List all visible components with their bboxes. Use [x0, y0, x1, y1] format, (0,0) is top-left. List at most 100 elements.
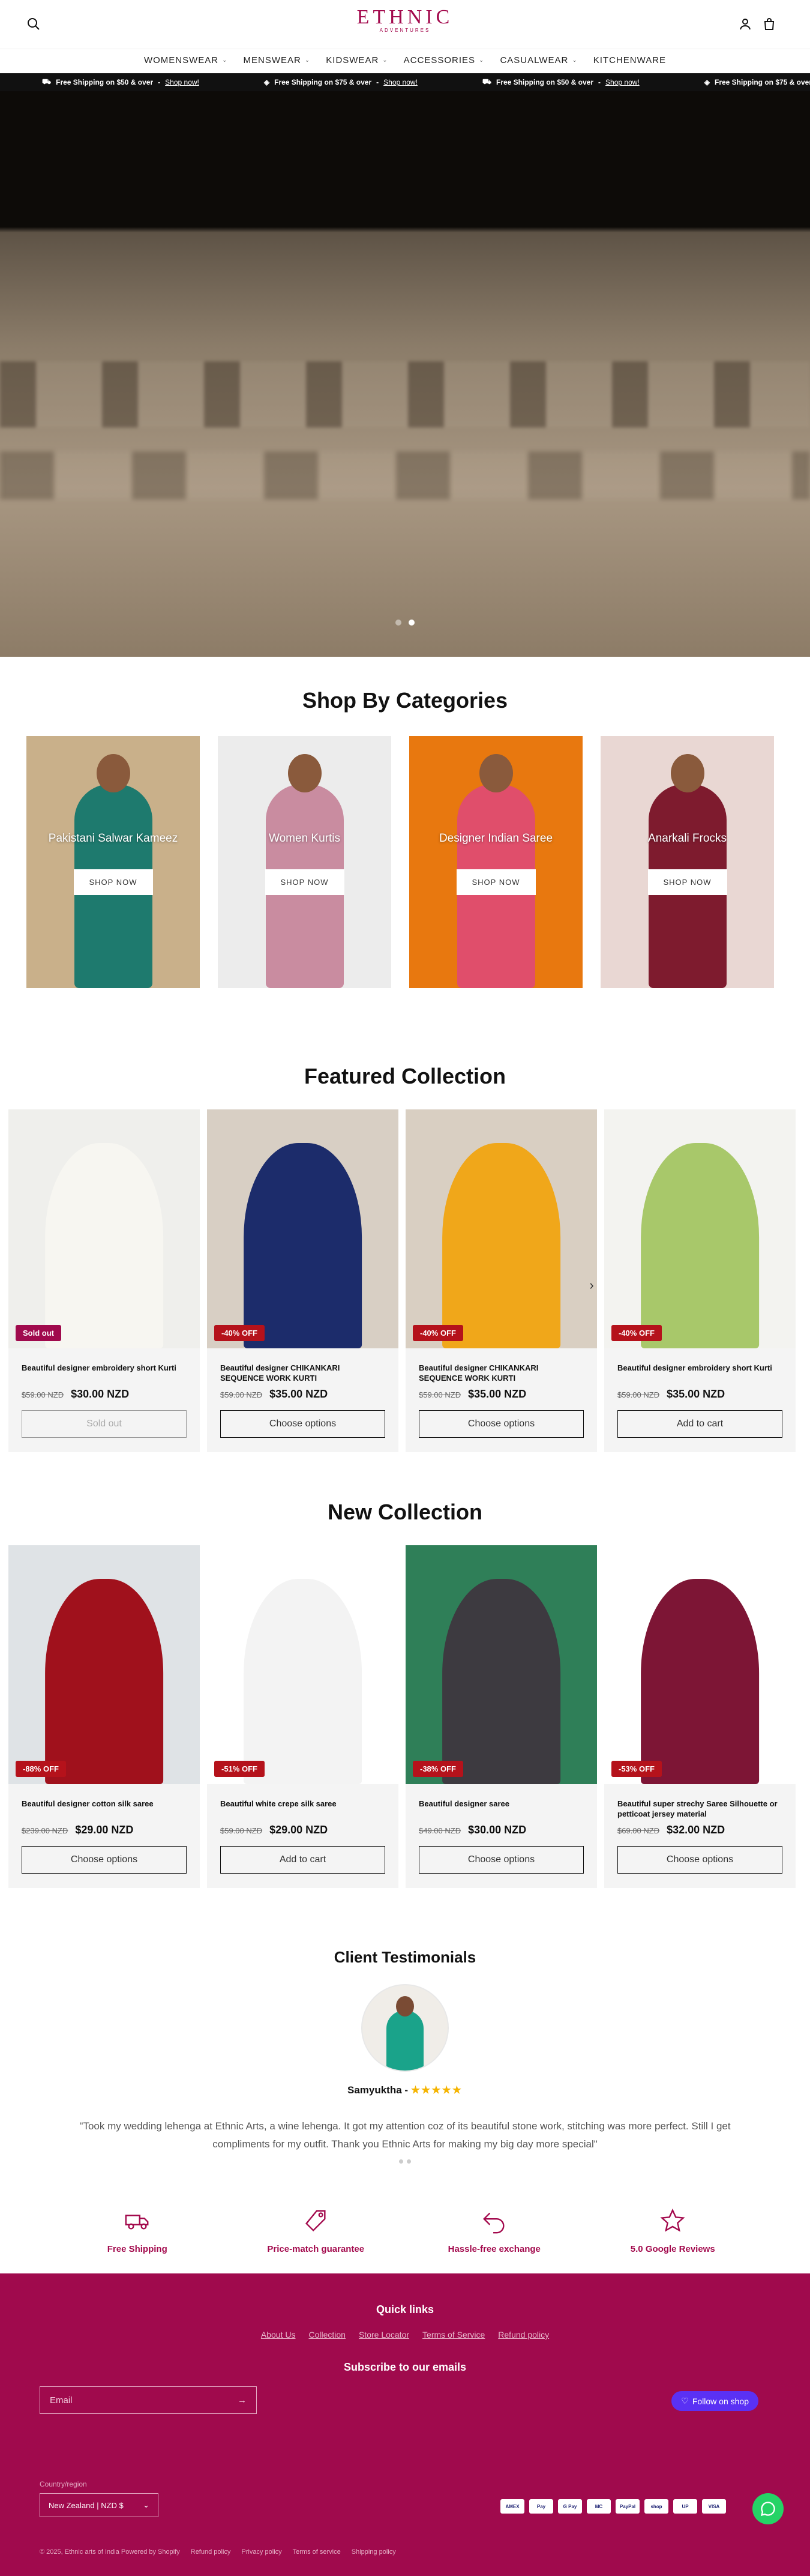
shop-now-button[interactable]: SHOP NOW [265, 869, 344, 895]
slide-dot-2[interactable] [409, 620, 415, 626]
product-image[interactable]: -38% OFF [406, 1545, 597, 1784]
feature-item: Free Shipping [59, 2183, 215, 2273]
announcement-message: ◈Free Shipping on $75 & over-Shop now! [263, 78, 418, 86]
feature-label: Hassle-free exchange [448, 2244, 541, 2254]
payment-icon: VISA [702, 2499, 726, 2514]
category-card[interactable]: Women Kurtis SHOP NOW [218, 736, 391, 988]
product-image[interactable]: -40% OFF [207, 1109, 398, 1348]
legal-link[interactable]: Privacy policy [241, 2548, 281, 2556]
nav-item-womenswear[interactable]: WOMENSWEAR ⌄ [144, 55, 228, 65]
product-image[interactable]: -51% OFF [207, 1545, 398, 1784]
product-image[interactable]: -40% OFF [604, 1109, 796, 1348]
product-card[interactable]: -40% OFF Beautiful designer CHIKANKARI SE… [406, 1109, 597, 1452]
feature-label: Price-match guarantee [267, 2244, 365, 2254]
add-to-cart-button[interactable]: Add to cart [617, 1410, 782, 1438]
product-price: $59.00 NZD $29.00 NZD [220, 1824, 385, 1836]
follow-on-shop-button[interactable]: ♡ Follow on shop [671, 2391, 758, 2411]
email-placeholder: Email [50, 2395, 73, 2406]
product-image[interactable]: -88% OFF [8, 1545, 200, 1784]
testimonial-dot[interactable] [399, 2159, 403, 2164]
search-icon[interactable] [26, 17, 41, 31]
category-image-model [670, 754, 704, 792]
nav-item-kitchenware[interactable]: KITCHENWARE [593, 55, 666, 65]
choose-options-button[interactable]: Choose options [419, 1846, 584, 1874]
product-title[interactable]: Beautiful designer cotton silk saree [22, 1799, 187, 1819]
product-image[interactable]: Sold out [8, 1109, 200, 1348]
shop-now-link[interactable]: Shop now! [383, 78, 418, 86]
nav-item-kidswear[interactable]: KIDSWEAR ⌄ [326, 55, 388, 65]
feature-item: 5.0 Google Reviews [595, 2183, 751, 2273]
legal-link[interactable]: Terms of service [293, 2548, 341, 2556]
testimonial-dot[interactable] [407, 2159, 411, 2164]
shop-now-link[interactable]: Shop now! [165, 78, 199, 86]
category-card[interactable]: Pakistani Salwar Kameez SHOP NOW [26, 736, 200, 988]
legal-link[interactable]: Shipping policy [352, 2548, 396, 2556]
product-garment [243, 1578, 362, 1784]
category-card[interactable]: Designer Indian Saree SHOP NOW [409, 736, 583, 988]
product-title[interactable]: Beautiful designer embroidery short Kurt… [22, 1363, 187, 1383]
slide-dot-1[interactable] [395, 620, 401, 626]
product-title[interactable]: Beautiful super strechy Saree Silhouette… [617, 1799, 782, 1819]
slide-dots [395, 620, 415, 626]
arrow-right-icon[interactable]: → [238, 2395, 247, 2406]
product-grid: Sold out Beautiful designer embroidery sh… [8, 1109, 796, 1452]
shop-now-button[interactable]: SHOP NOW [456, 869, 536, 895]
product-card[interactable]: Sold out Beautiful designer embroidery sh… [8, 1109, 200, 1452]
product-title[interactable]: Beautiful designer CHIKANKARI SEQUENCE W… [419, 1363, 584, 1383]
footer-link[interactable]: Store Locator [359, 2330, 409, 2339]
sale-price: $30.00 NZD [71, 1388, 130, 1400]
product-image[interactable]: -40% OFF [406, 1109, 597, 1348]
heart-icon: ♡ [681, 2396, 689, 2406]
discount-badge: Sold out [16, 1325, 61, 1341]
section-title: New Collection [327, 1500, 483, 1524]
product-card[interactable]: -40% OFF Beautiful designer CHIKANKARI SE… [207, 1109, 398, 1452]
footer-link[interactable]: Refund policy [498, 2330, 549, 2339]
product-grid: -88% OFF Beautiful designer cotton silk s… [8, 1545, 796, 1888]
legal-link[interactable]: Refund policy [191, 2548, 231, 2556]
whatsapp-icon[interactable] [752, 2493, 784, 2524]
email-field[interactable]: Email → [40, 2386, 257, 2414]
region-select[interactable]: New Zealand | NZD $ ⌄ [40, 2493, 158, 2517]
category-card[interactable]: Anarkali Frocks SHOP NOW [601, 736, 774, 988]
product-title[interactable]: Beautiful designer saree [419, 1799, 584, 1819]
product-price: $59.00 NZD $30.00 NZD [22, 1388, 187, 1401]
sold-out-button[interactable]: Sold out [22, 1410, 187, 1438]
product-card[interactable]: -38% OFF Beautiful designer saree $49.00 N… [406, 1545, 597, 1888]
product-title[interactable]: Beautiful designer CHIKANKARI SEQUENCE W… [220, 1363, 385, 1383]
chevron-right-icon[interactable]: › [583, 1277, 600, 1294]
add-to-cart-button[interactable]: Add to cart [220, 1846, 385, 1874]
hero-image [0, 361, 810, 427]
product-title[interactable]: Beautiful white crepe silk saree [220, 1799, 385, 1819]
sale-price: $30.00 NZD [468, 1824, 527, 1836]
nav-item-casualwear[interactable]: CASUALWEAR ⌄ [500, 55, 577, 65]
footer-link[interactable]: Terms of Service [422, 2330, 485, 2339]
product-card[interactable]: -53% OFF Beautiful super strechy Saree Si… [604, 1545, 796, 1888]
footer-link[interactable]: About Us [261, 2330, 296, 2339]
footer-link[interactable]: Collection [308, 2330, 345, 2339]
choose-options-button[interactable]: Choose options [22, 1846, 187, 1874]
sale-price: $35.00 NZD [269, 1388, 328, 1400]
product-price: $69.00 NZD $32.00 NZD [617, 1824, 782, 1836]
regular-price: $69.00 NZD [617, 1826, 660, 1835]
shop-now-button[interactable]: SHOP NOW [647, 869, 727, 895]
product-card[interactable]: -88% OFF Beautiful designer cotton silk s… [8, 1545, 200, 1888]
choose-options-button[interactable]: Choose options [220, 1410, 385, 1438]
shop-now-button[interactable]: SHOP NOW [73, 869, 153, 895]
product-title[interactable]: Beautiful designer embroidery short Kurt… [617, 1363, 782, 1383]
nav-item-accessories[interactable]: ACCESSORIES ⌄ [404, 55, 485, 65]
product-card[interactable]: -51% OFF Beautiful white crepe silk saree… [207, 1545, 398, 1888]
payment-icon: UP [673, 2499, 697, 2514]
product-image[interactable]: -53% OFF [604, 1545, 796, 1784]
cart-icon[interactable] [762, 17, 776, 31]
account-icon[interactable] [738, 17, 752, 31]
choose-options-button[interactable]: Choose options [419, 1410, 584, 1438]
subscribe-title: Subscribe to our emails [343, 2361, 467, 2373]
regular-price: $49.00 NZD [419, 1826, 461, 1835]
logo-text: ETHNIC [356, 6, 454, 28]
shop-now-link[interactable]: Shop now! [605, 78, 640, 86]
product-card[interactable]: -40% OFF Beautiful designer embroidery sh… [604, 1109, 796, 1452]
hero-image-detail [0, 451, 810, 499]
choose-options-button[interactable]: Choose options [617, 1846, 782, 1874]
site-logo[interactable]: ETHNIC ADVENTURES [357, 6, 454, 33]
nav-item-menswear[interactable]: MENSWEAR ⌄ [244, 55, 311, 65]
